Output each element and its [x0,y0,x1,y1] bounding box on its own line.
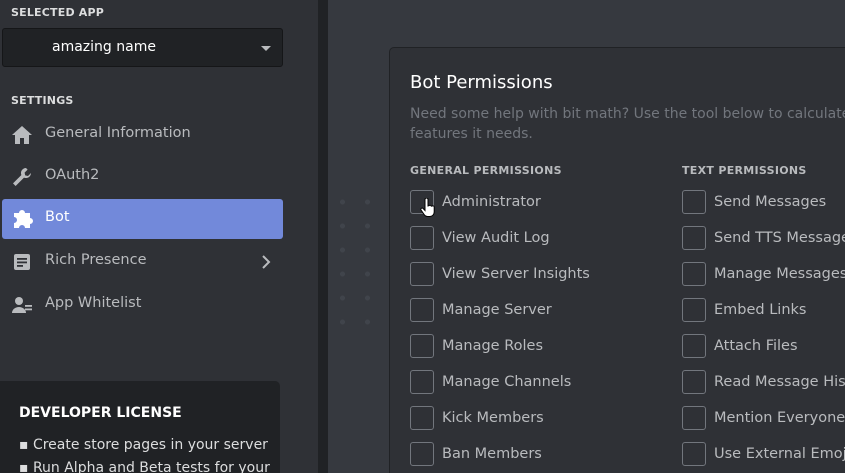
chevron-right-icon [261,254,271,274]
permission-label: Use External Emojis [714,446,845,462]
sidebar-item-label: App Whitelist [45,295,142,311]
sidebar-item-label: Rich Presence [45,252,147,268]
sidebar-item-label: Bot [45,209,70,225]
permission-send-messages[interactable]: Send Messages [682,190,826,214]
sidebar-item-oauth2[interactable]: OAuth2 [2,157,283,197]
description-line: features it needs. [410,126,533,142]
permission-manage-server[interactable]: Manage Server [410,298,552,322]
sidebar-item-app-whitelist[interactable]: App Whitelist [2,285,283,325]
decorative-dots [328,190,390,340]
description-line: Need some help with bit math? Use the to… [410,106,845,122]
checkbox[interactable] [682,298,706,322]
text-permissions-header: TEXT PERMISSIONS [682,164,807,177]
license-title: DEVELOPER LICENSE [19,405,182,421]
hand-cursor-icon [420,197,436,222]
permission-label: Ban Members [442,446,542,462]
card-title: Bot Permissions [410,72,553,93]
sidebar: SELECTED APP amazing name SETTINGS Gener… [0,0,318,473]
checkbox[interactable] [410,406,434,430]
permission-send-tts-messages[interactable]: Send TTS Messages [682,226,845,250]
checkbox[interactable] [682,406,706,430]
permission-mention-everyone[interactable]: Mention Everyone [682,406,845,430]
permission-manage-messages[interactable]: Manage Messages [682,262,845,286]
checkbox[interactable] [410,334,434,358]
permission-label: Embed Links [714,302,807,318]
sidebar-item-label: General Information [45,125,191,141]
permission-label: Kick Members [442,410,544,426]
permission-label: Manage Roles [442,338,544,354]
selected-app-name: amazing name [52,39,156,55]
checkbox[interactable] [410,442,434,466]
sidebar-item-bot[interactable]: Bot [2,199,283,239]
permission-manage-roles[interactable]: Manage Roles [410,334,543,358]
home-icon [11,124,33,146]
checkbox[interactable] [410,298,434,322]
permission-read-message-history[interactable]: Read Message History [682,370,845,394]
user-list-icon [11,294,33,316]
checkbox[interactable] [410,226,434,250]
wrench-icon [11,166,33,188]
permission-label: Read Message History [714,374,845,390]
permission-label: Send TTS Messages [714,230,845,246]
settings-label: SETTINGS [11,94,74,107]
sidebar-divider [318,0,328,473]
permission-label: Manage Server [442,302,552,318]
permission-kick-members[interactable]: Kick Members [410,406,544,430]
checkbox[interactable] [410,262,434,286]
app-selector-dropdown[interactable]: amazing name [2,28,283,67]
card-description: Need some help with bit math? Use the to… [410,104,845,144]
license-line: ▪ Run Alpha and Beta tests for your [19,460,270,473]
permission-label: Mention Everyone [714,410,845,426]
sidebar-item-label: OAuth2 [45,167,100,183]
developer-license-box: DEVELOPER LICENSE ▪ Create store pages i… [0,381,280,473]
permission-use-external-emojis[interactable]: Use External Emojis [682,442,845,466]
selected-app-label: SELECTED APP [11,6,105,19]
permission-view-server-insights[interactable]: View Server Insights [410,262,590,286]
permission-view-audit-log[interactable]: View Audit Log [410,226,550,250]
permission-label: View Audit Log [442,230,550,246]
permission-label: Administrator [442,194,541,210]
permission-embed-links[interactable]: Embed Links [682,298,806,322]
chevron-down-icon [261,46,271,51]
license-line: ▪ Create store pages in your server [19,437,268,453]
bot-permissions-card: Bot Permissions Need some help with bit … [389,47,845,473]
sidebar-item-general-information[interactable]: General Information [2,115,283,155]
permission-label: View Server Insights [442,266,590,282]
sidebar-item-rich-presence[interactable]: Rich Presence [2,242,283,282]
checkbox[interactable] [682,262,706,286]
checkbox[interactable] [682,370,706,394]
main-content: Bot Permissions Need some help with bit … [328,0,845,473]
permission-label: Manage Messages [714,266,845,282]
general-permissions-header: GENERAL PERMISSIONS [410,164,562,177]
checkbox[interactable] [682,442,706,466]
checkbox[interactable] [682,334,706,358]
permission-label: Attach Files [714,338,798,354]
permission-ban-members[interactable]: Ban Members [410,442,542,466]
puzzle-icon [11,208,33,230]
document-icon [11,251,33,273]
checkbox[interactable] [682,226,706,250]
permission-manage-channels[interactable]: Manage Channels [410,370,571,394]
checkbox[interactable] [682,190,706,214]
permission-label: Manage Channels [442,374,572,390]
checkbox[interactable] [410,370,434,394]
permission-attach-files[interactable]: Attach Files [682,334,798,358]
permission-label: Send Messages [714,194,827,210]
